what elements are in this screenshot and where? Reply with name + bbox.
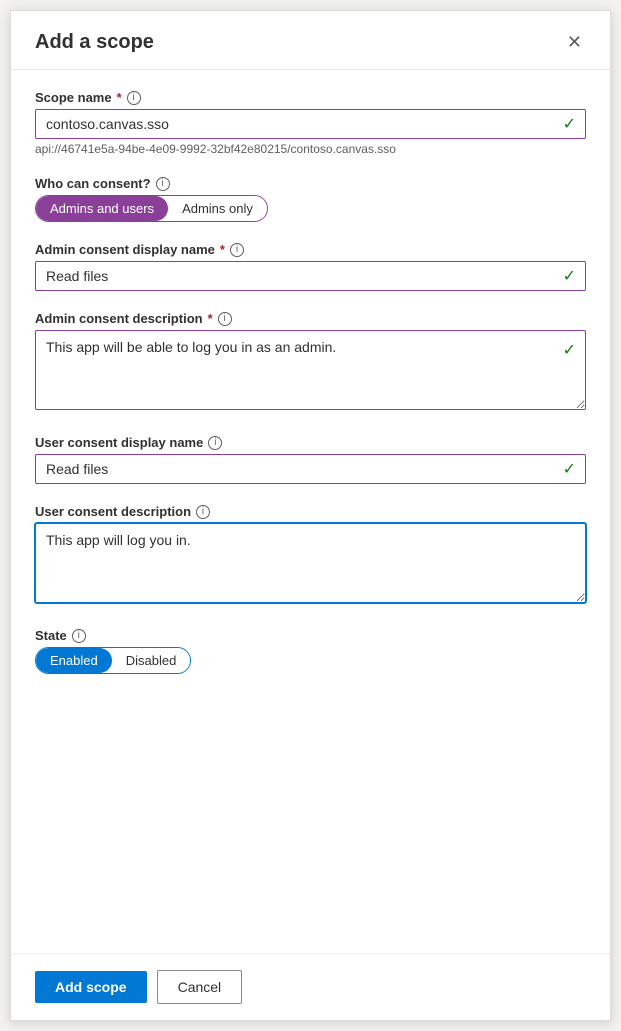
scope-name-check-icon: ✓: [563, 114, 576, 134]
who-can-consent-info-icon[interactable]: i: [156, 177, 170, 191]
user-consent-display-name-input-wrapper: ✓: [35, 454, 586, 484]
admin-consent-display-name-label: Admin consent display name * i: [35, 242, 586, 257]
required-indicator: *: [208, 311, 213, 326]
scope-name-info-icon[interactable]: i: [127, 91, 141, 105]
panel-body: Scope name * i ✓ api://46741e5a-94be-4e0…: [11, 70, 610, 953]
user-consent-display-name-check-icon: ✓: [563, 459, 576, 479]
who-can-consent-group: Who can consent? i Admins and users Admi…: [35, 176, 586, 222]
who-can-consent-label: Who can consent? i: [35, 176, 586, 191]
api-url-text: api://46741e5a-94be-4e09-9992-32bf42e802…: [35, 142, 586, 156]
add-scope-panel: Add a scope ✕ Scope name * i ✓ api://467…: [10, 10, 611, 1021]
admin-consent-display-name-group: Admin consent display name * i ✓: [35, 242, 586, 291]
admin-consent-description-textarea[interactable]: [35, 330, 586, 410]
user-consent-display-name-input[interactable]: [35, 454, 586, 484]
admin-consent-description-group: Admin consent description * i ✓: [35, 311, 586, 415]
admin-consent-display-name-check-icon: ✓: [563, 266, 576, 286]
state-label: State i: [35, 628, 586, 643]
state-option-disabled[interactable]: Disabled: [112, 648, 191, 673]
user-consent-description-info-icon[interactable]: i: [196, 505, 210, 519]
user-consent-display-name-info-icon[interactable]: i: [208, 436, 222, 450]
state-group: State i Enabled Disabled: [35, 628, 586, 674]
user-consent-description-textarea-wrapper: [35, 523, 586, 608]
add-scope-button[interactable]: Add scope: [35, 971, 147, 1003]
admin-consent-display-name-input-wrapper: ✓: [35, 261, 586, 291]
state-info-icon[interactable]: i: [72, 629, 86, 643]
admin-consent-description-info-icon[interactable]: i: [218, 312, 232, 326]
required-indicator: *: [117, 90, 122, 105]
user-consent-description-label: User consent description i: [35, 504, 586, 519]
scope-name-group: Scope name * i ✓ api://46741e5a-94be-4e0…: [35, 90, 586, 156]
admin-consent-display-name-input[interactable]: [35, 261, 586, 291]
admin-consent-description-check-icon: ✓: [563, 340, 576, 360]
scope-name-label: Scope name * i: [35, 90, 586, 105]
admin-consent-description-textarea-wrapper: ✓: [35, 330, 586, 415]
user-consent-description-textarea[interactable]: [35, 523, 586, 603]
consent-toggle-group: Admins and users Admins only: [35, 195, 268, 222]
close-button[interactable]: ✕: [559, 29, 590, 55]
panel-title: Add a scope: [35, 31, 154, 54]
user-consent-description-group: User consent description i: [35, 504, 586, 608]
admin-consent-display-name-info-icon[interactable]: i: [230, 243, 244, 257]
state-toggle-group: Enabled Disabled: [35, 647, 191, 674]
admin-consent-description-label: Admin consent description * i: [35, 311, 586, 326]
scope-name-input-wrapper: ✓: [35, 109, 586, 139]
panel-header: Add a scope ✕: [11, 11, 610, 70]
state-option-enabled[interactable]: Enabled: [36, 648, 112, 673]
cancel-button[interactable]: Cancel: [157, 970, 243, 1004]
scope-name-input[interactable]: [35, 109, 586, 139]
panel-footer: Add scope Cancel: [11, 953, 610, 1020]
user-consent-display-name-group: User consent display name i ✓: [35, 435, 586, 484]
consent-option-admins-users[interactable]: Admins and users: [36, 196, 168, 221]
consent-option-admins-only[interactable]: Admins only: [168, 196, 267, 221]
user-consent-display-name-label: User consent display name i: [35, 435, 586, 450]
required-indicator: *: [220, 242, 225, 257]
